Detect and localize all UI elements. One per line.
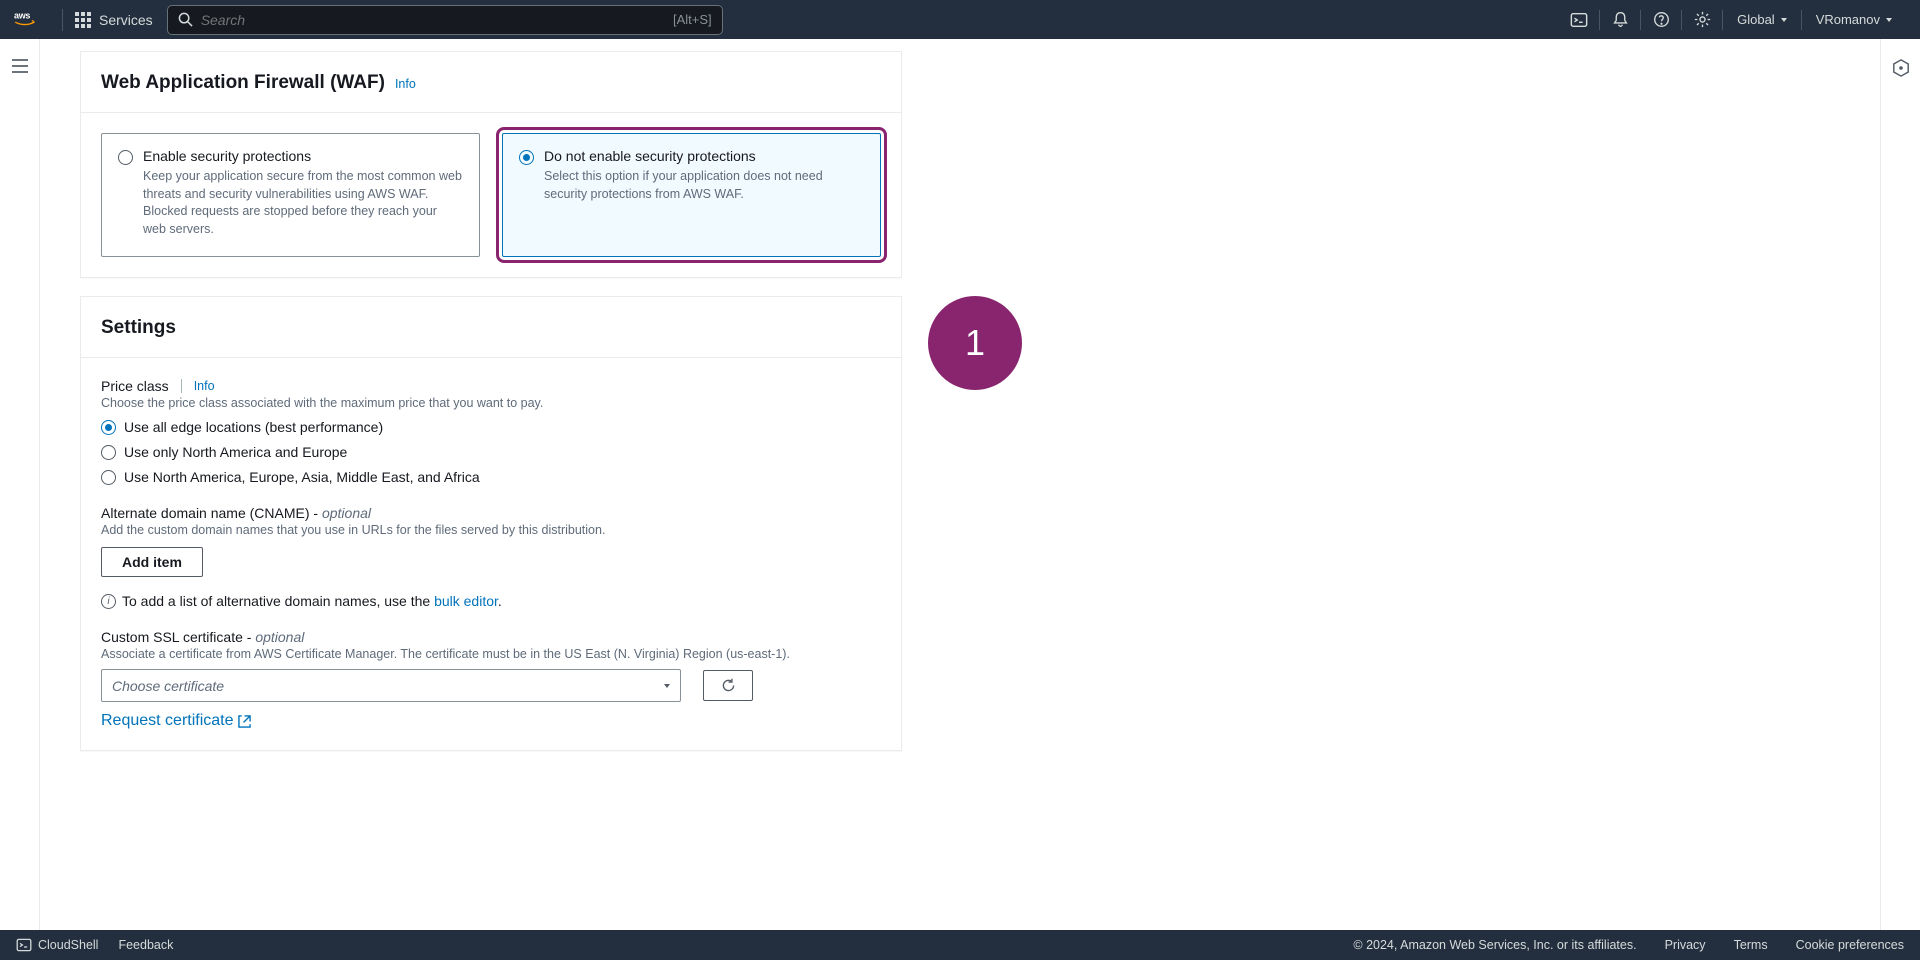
waf-panel-body: Enable security protections Keep your ap… [81, 113, 901, 277]
caret-down-icon [664, 684, 670, 688]
settings-panel-body: Price class Info Choose the price class … [81, 358, 901, 750]
price-class-option-multi[interactable]: Use North America, Europe, Asia, Middle … [101, 468, 881, 485]
user-menu[interactable]: VRomanov [1802, 12, 1906, 27]
copyright-text: © 2024, Amazon Web Services, Inc. or its… [1353, 938, 1636, 952]
waf-option-enable-title: Enable security protections [143, 148, 463, 164]
price-class-option-all[interactable]: Use all edge locations (best performance… [101, 418, 881, 435]
waf-option-disable-title: Do not enable security protections [544, 148, 864, 164]
nav-right: Global VRomanov [1559, 0, 1906, 39]
search-input[interactable] [201, 12, 673, 28]
help-icon [1653, 11, 1670, 28]
price-class-option-multi-label: Use North America, Europe, Asia, Middle … [124, 469, 480, 485]
cloudshell-icon-button[interactable] [1559, 0, 1599, 39]
ssl-field: Custom SSL certificate - optional Associ… [101, 629, 881, 730]
ssl-certificate-select[interactable]: Choose certificate [101, 669, 681, 702]
cname-label: Alternate domain name (CNAME) - optional [101, 505, 881, 521]
help-panel-collapsed [1880, 39, 1920, 930]
price-class-options: Use all edge locations (best performance… [101, 418, 881, 485]
request-certificate-link[interactable]: Request certificate [101, 712, 251, 730]
help-button[interactable] [1641, 0, 1681, 39]
radio-on-icon [101, 420, 116, 435]
settings-title: Settings [101, 317, 176, 339]
ssl-label: Custom SSL certificate - optional [101, 629, 881, 645]
nav-divider [62, 9, 63, 31]
radio-off-icon [101, 470, 116, 485]
footer: CloudShell Feedback © 2024, Amazon Web S… [0, 930, 1920, 960]
search-box[interactable]: [Alt+S] [167, 5, 723, 35]
services-label: Services [99, 12, 153, 28]
gear-icon [1694, 11, 1711, 28]
top-nav: aws Services [Alt+S] [0, 0, 1920, 39]
ssl-select-row: Choose certificate [101, 669, 881, 702]
main-content: Web Application Firewall (WAF) Info Enab… [40, 39, 1880, 930]
privacy-link[interactable]: Privacy [1665, 938, 1706, 952]
radio-off-icon [118, 150, 133, 165]
settings-button[interactable] [1682, 0, 1722, 39]
svg-text:aws: aws [14, 10, 30, 20]
refresh-certificates-button[interactable] [703, 670, 753, 701]
cookie-preferences-link[interactable]: Cookie preferences [1796, 938, 1904, 952]
waf-option-cards: Enable security protections Keep your ap… [101, 133, 881, 257]
sidebar-collapsed [0, 39, 40, 930]
region-label: Global [1737, 12, 1775, 27]
cname-field: Alternate domain name (CNAME) - optional… [101, 505, 881, 609]
price-class-option-na-eu-label: Use only North America and Europe [124, 444, 347, 460]
user-label: VRomanov [1816, 12, 1880, 27]
aws-logo-icon: aws [14, 9, 50, 31]
waf-option-enable-desc: Keep your application secure from the mo… [143, 168, 463, 238]
price-class-info-link[interactable]: Info [194, 379, 215, 393]
search-icon [178, 12, 193, 27]
services-menu-button[interactable]: Services [75, 12, 153, 28]
price-class-field: Price class Info Choose the price class … [101, 378, 881, 485]
settings-panel-header: Settings [81, 297, 901, 358]
grid-icon [75, 12, 91, 28]
info-icon: i [101, 594, 116, 609]
notifications-button[interactable] [1600, 0, 1640, 39]
terminal-icon [1570, 11, 1588, 29]
waf-info-link[interactable]: Info [395, 77, 416, 91]
price-class-label-row: Price class Info [101, 378, 881, 394]
settings-panel: Settings Price class Info Choose the pri… [80, 296, 902, 751]
footer-left: CloudShell Feedback [16, 937, 173, 953]
ssl-desc: Associate a certificate from AWS Certifi… [101, 647, 881, 661]
info-panel-icon[interactable] [1892, 59, 1910, 77]
caret-down-icon [1781, 18, 1787, 22]
footer-right: © 2024, Amazon Web Services, Inc. or its… [1353, 938, 1904, 952]
aws-logo[interactable]: aws [14, 9, 50, 31]
search-shortcut-hint: [Alt+S] [673, 12, 712, 27]
hamburger-icon[interactable] [12, 59, 28, 73]
cloudshell-button[interactable]: CloudShell [16, 937, 98, 953]
feedback-link[interactable]: Feedback [118, 938, 173, 952]
waf-option-disable-desc: Select this option if your application d… [544, 168, 864, 203]
price-class-option-all-label: Use all edge locations (best performance… [124, 419, 383, 435]
bulk-editor-hint: i To add a list of alternative domain na… [101, 593, 881, 609]
waf-title: Web Application Firewall (WAF) [101, 72, 385, 94]
price-class-option-na-eu[interactable]: Use only North America and Europe [101, 443, 881, 460]
radio-on-icon [519, 150, 534, 165]
caret-down-icon [1886, 18, 1892, 22]
price-class-desc: Choose the price class associated with t… [101, 396, 881, 410]
price-class-label: Price class [101, 378, 169, 394]
waf-panel: Web Application Firewall (WAF) Info Enab… [80, 51, 902, 278]
waf-option-disable[interactable]: Do not enable security protections Selec… [502, 133, 881, 257]
external-link-icon [238, 715, 251, 728]
radio-off-icon [101, 445, 116, 460]
cname-desc: Add the custom domain names that you use… [101, 523, 881, 537]
refresh-icon [720, 677, 737, 694]
bulk-editor-link[interactable]: bulk editor [434, 593, 498, 609]
terms-link[interactable]: Terms [1734, 938, 1768, 952]
bell-icon [1612, 11, 1629, 28]
terminal-icon [16, 937, 32, 953]
add-item-button[interactable]: Add item [101, 547, 203, 577]
waf-panel-header: Web Application Firewall (WAF) Info [81, 52, 901, 113]
waf-option-enable[interactable]: Enable security protections Keep your ap… [101, 133, 480, 257]
region-selector[interactable]: Global [1723, 12, 1801, 27]
annotation-badge: 1 [928, 296, 1022, 390]
ssl-select-placeholder: Choose certificate [112, 678, 224, 694]
